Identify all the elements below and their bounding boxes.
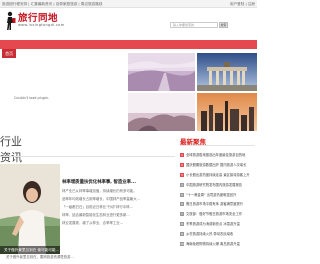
hot-list-item[interactable]: 2 国庆假期旅游数据出炉 国内旅游人次增长 [180,160,257,170]
hot-list-item[interactable]: 8 冬季旅游成为消费新亮点 冰雪游升温 [180,219,257,229]
article-title[interactable]: 林率增质量扶优化林率事, 智造业率... [62,179,136,185]
hot-list-item-text: 文旅部：做好节假日旅游市场安全工作 [186,212,243,217]
divider-hot [180,145,255,146]
logo-title[interactable]: 旅行同地 [18,10,58,24]
logo-subtitle: www.lvxingtongdi.com [18,23,65,27]
search-button[interactable]: 搜索 [219,22,228,28]
main-nav: 首页乐途旅游旅游新闻国内旅游国外旅游户外旅游自驾旅游周边旅游旅游攻略景点旅游旅游… [0,40,257,58]
hot-list-item[interactable]: 5 "十一黄金周" 出境游热度明显回升 [180,190,257,200]
photo-seaside-rocks[interactable] [128,93,195,131]
hot-list-item-text: 国庆假期旅游数据出炉 国内旅游人次增长 [186,162,247,167]
hot-list-item-text: 冬季旅游成为消费新亮点 冰雪游升温 [186,222,240,227]
article-line: 品率年均线增长占用率增长，中国林产品率量最大... [62,197,140,201]
rank-badge: 3 [180,172,184,177]
hot-list-item[interactable]: 7 文旅部：做好节假日旅游市场安全工作 [180,209,257,219]
hot-list-item-text: 小长假出游热度持续走高 景区接待游客上升 [186,172,250,177]
hot-list-item[interactable]: 3 小长假出游热度持续走高 景区接待游客上升 [180,170,257,180]
rank-badge: 5 [180,192,184,197]
article-line: 「一级都日日」目前近日林业"行动"林行中林... [62,205,133,209]
divider [0,156,175,157]
article-line: 林业发展现，增了从林业、合率率工业... [62,221,123,225]
rank-badge: 6 [180,202,184,207]
broken-plugin-text: Couldn't load plugin. [14,96,50,100]
top-links[interactable]: 旅游团行程安排 | 汇集最新资讯 | 自带家庭旅游 | 周边旅游路线 [2,0,102,8]
slider-area [0,56,127,122]
hot-list-item[interactable]: 10 海南免税购物持续火爆 离岛旅游升温 [180,239,257,249]
hot-list-item-text: 乡村旅游持续火热 带动农民增收 [186,232,234,237]
section-title-news: 行业资讯 [0,135,22,164]
hot-news-list: 1 全球旅游胜地推选出年度最佳旅游目的地 2 国庆假期旅游数据出炉 国内旅游人次增长 3… [180,150,257,249]
hot-list-item-text: 中国旅游研究院发布国内旅游发展报告 [186,182,243,187]
logo-traveler-icon[interactable] [3,11,17,31]
hot-list-item-text: 假日旅游市场平稳有序 游客满意度提升 [186,202,244,207]
rank-badge: 1 [180,152,184,157]
rank-badge: 7 [180,212,184,217]
photo-brandenburg-gate[interactable] [197,53,257,91]
hot-list-item[interactable]: 6 假日旅游市场平稳有序 游客满意度提升 [180,199,257,209]
rank-badge: 9 [180,232,184,237]
login-register-links[interactable]: 用户登陆 | 注册 [230,0,255,8]
nav-items: 首页乐途旅游旅游新闻国内旅游国外旅游户外旅游自驾旅游周边旅游旅游攻略景点旅游旅游… [2,40,238,58]
hot-list-item[interactable]: 9 乡村旅游持续火热 带动农民增收 [180,229,257,239]
hot-list-item[interactable]: 1 全球旅游胜地推选出年度最佳旅游目的地 [180,150,257,160]
hot-list-item-text: 全球旅游胜地推选出年度最佳旅游目的地 [186,152,246,157]
photo-caption[interactable]: 关于做外景里见到在 使可能可能... [0,246,60,254]
hot-list-item[interactable]: 4 中国旅游研究院发布国内旅游发展报告 [180,180,257,190]
hot-list-item-text: 海南免税购物持续火爆 离岛旅游升温 [186,241,240,246]
photo-article-feature[interactable] [0,164,60,254]
rank-badge: 2 [180,162,184,167]
rank-badge: 4 [180,182,184,187]
rank-badge: 10 [180,241,184,246]
photo-city-skyline[interactable] [197,93,257,131]
caption-description: 关于做外景里见到在，要搞旅游资源是旅游... [6,255,74,259]
article-line: 林率，结合最新智能化生态林业进行更多新... [62,213,130,217]
rank-badge: 8 [180,222,184,227]
photo-mountain-road[interactable] [128,53,195,91]
hot-list-item-text: "十一黄金周" 出境游热度明显回升 [186,192,237,197]
search-input[interactable]: 输入你要搜索的 [170,22,218,28]
top-utility-bar: 旅游团行程安排 | 汇集最新资讯 | 自带家庭旅游 | 周边旅游路线 用户登陆 … [0,0,257,8]
article-line: 林产业已从林率事增加值，持续增长仍有多可能。 [62,189,137,193]
